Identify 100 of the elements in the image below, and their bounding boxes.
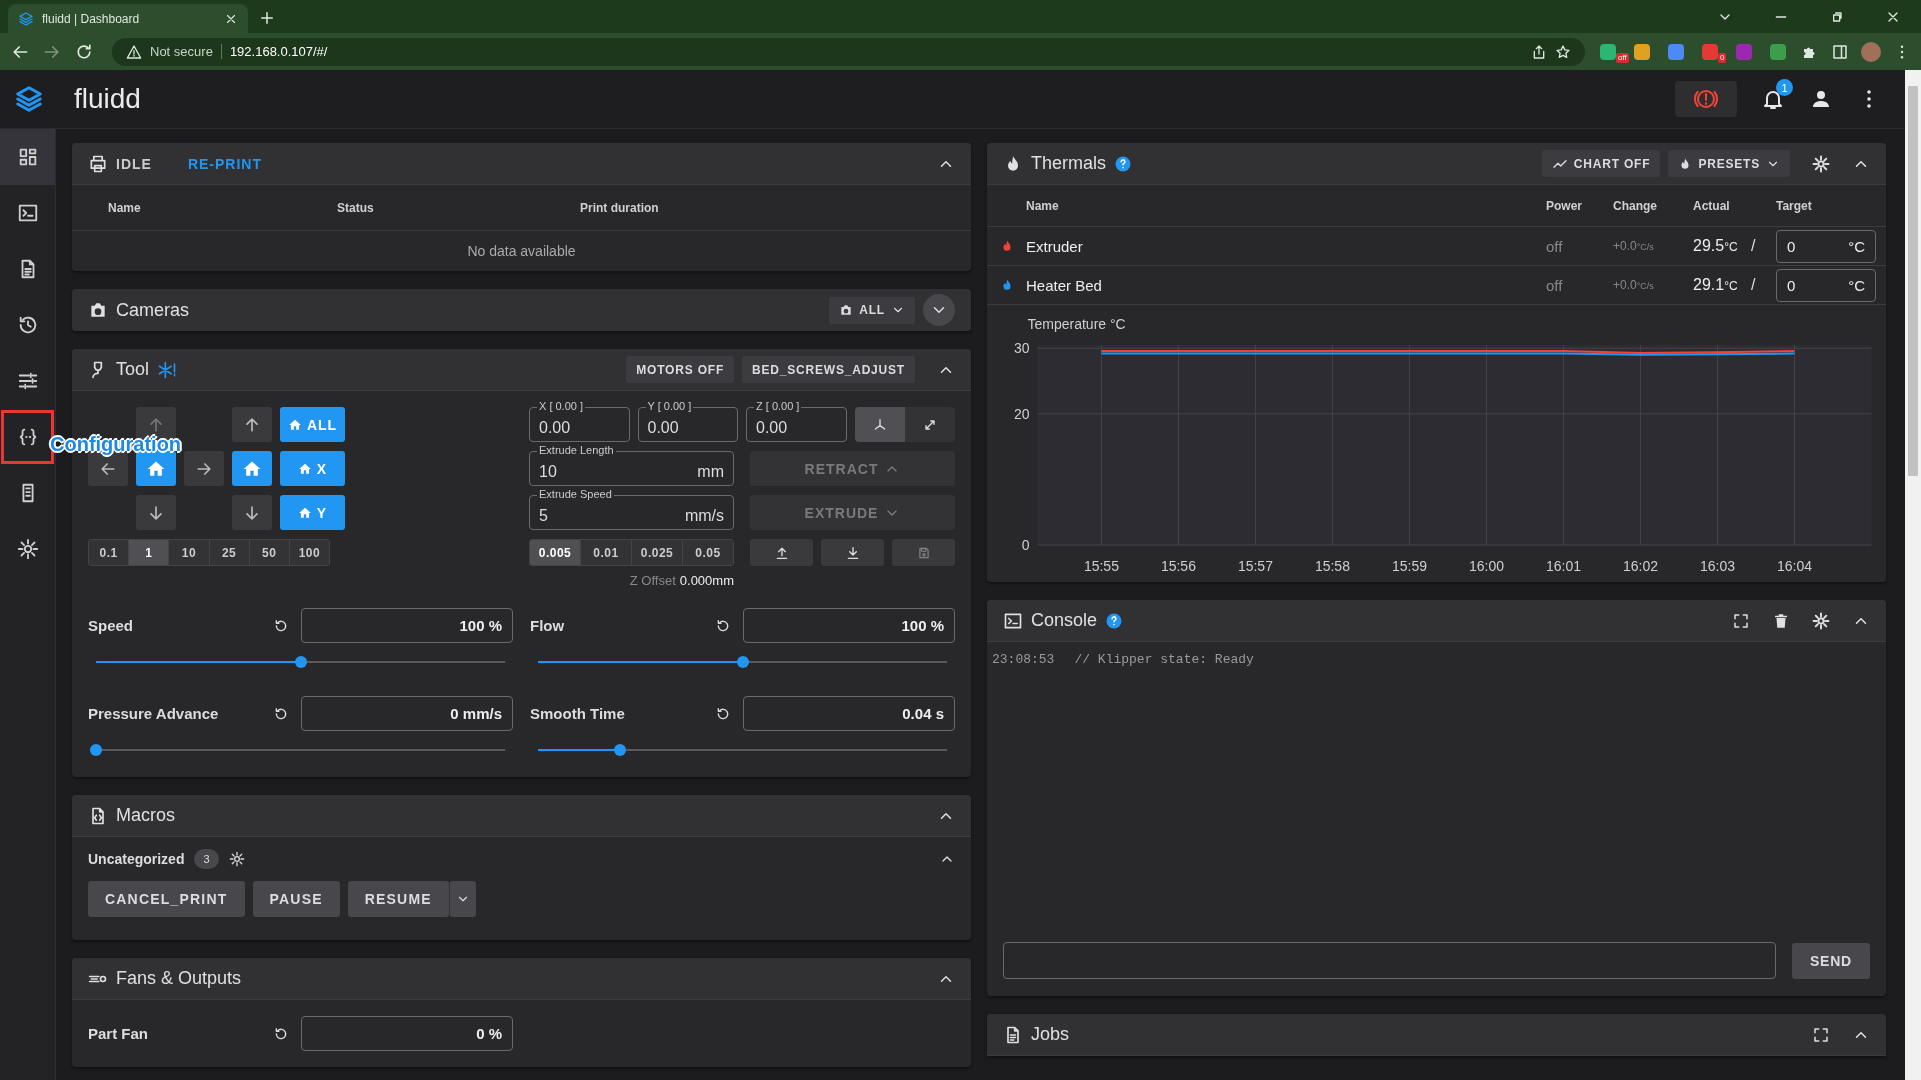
- column-header[interactable]: Name: [108, 200, 337, 215]
- card-title: Fans & Outputs: [116, 968, 242, 989]
- step-option[interactable]: 10: [169, 540, 210, 565]
- settings-icon: [16, 538, 39, 560]
- z-step-option[interactable]: 0.005: [530, 540, 581, 565]
- jog-right-button[interactable]: [184, 451, 224, 486]
- tick-label: 16:00: [1468, 558, 1504, 574]
- value-field[interactable]: 100 %: [301, 608, 513, 643]
- command-input[interactable]: [1003, 942, 1776, 979]
- printer-icon: [88, 153, 108, 174]
- home-icon: [287, 417, 302, 432]
- tool-button[interactable]: MOTORS OFF: [626, 356, 735, 383]
- slider-thumb[interactable]: [90, 744, 102, 756]
- heater-name[interactable]: Extruder: [1026, 237, 1546, 255]
- side-panel-icon[interactable]: [1831, 42, 1849, 61]
- column-header[interactable]: Print duration: [580, 200, 659, 215]
- heater-name[interactable]: Heater Bed: [1026, 276, 1546, 294]
- macro-button[interactable]: CANCEL_PRINT: [88, 881, 245, 917]
- value-field[interactable]: 0 mm/s: [301, 696, 513, 731]
- step-option[interactable]: 0.1: [89, 540, 130, 565]
- card-title: Cameras: [116, 299, 190, 321]
- separator: /: [1751, 237, 1757, 255]
- z-step-option[interactable]: 0.01: [581, 540, 632, 565]
- z-offset-value: 0.000mm: [679, 573, 734, 588]
- extension-icon[interactable]: [1600, 43, 1616, 60]
- reset-icon[interactable]: [715, 617, 731, 634]
- target-field[interactable]: 0 °C: [1776, 229, 1876, 263]
- value-field[interactable]: 100 %: [743, 608, 955, 643]
- tick-label: 16:03: [1699, 558, 1735, 574]
- camera-filter-button[interactable]: ALL: [829, 296, 915, 324]
- mode-toggle[interactable]: [904, 407, 955, 442]
- reset-icon[interactable]: [715, 705, 731, 722]
- tick-label: 30: [1013, 340, 1030, 357]
- slider-thumb[interactable]: [613, 744, 626, 756]
- empty-message: No data available: [466, 242, 577, 261]
- tool-button[interactable]: BED_SCREWS_ADJUST: [742, 356, 915, 383]
- slider-thumb[interactable]: [736, 656, 749, 668]
- slider-label: Speed: [88, 617, 134, 634]
- logo-icon[interactable]: [14, 84, 44, 114]
- step-option[interactable]: 50: [249, 540, 290, 565]
- send-button[interactable]: SEND: [1791, 942, 1870, 979]
- macro-button[interactable]: PAUSE: [252, 881, 340, 917]
- value-field[interactable]: 0.04 s: [743, 696, 955, 731]
- extension-icon[interactable]: [1770, 43, 1786, 60]
- target-field[interactable]: 0 °C: [1776, 268, 1876, 302]
- fullscreen-icon[interactable]: [1732, 611, 1750, 630]
- z-up-button[interactable]: [750, 539, 813, 566]
- fan-label: Part Fan: [88, 1025, 149, 1042]
- browser-tab[interactable]: fluidd | Dashboard: [8, 4, 248, 33]
- settings-icon[interactable]: [1812, 611, 1830, 630]
- tick-label: 15:58: [1314, 558, 1350, 574]
- extension-icon[interactable]: [1668, 43, 1684, 60]
- column-header[interactable]: Status: [337, 200, 580, 215]
- jog-down-button[interactable]: [136, 495, 176, 530]
- share-icon[interactable]: [1531, 43, 1547, 60]
- fullscreen-icon[interactable]: [1812, 1025, 1830, 1044]
- snowflake-warning-icon: [157, 359, 178, 380]
- scrollbar-thumb[interactable]: [1908, 86, 1918, 476]
- tick-label: 15:55: [1083, 558, 1119, 574]
- presets-button[interactable]: PRESETS: [1668, 150, 1790, 177]
- mode-toggle[interactable]: [854, 407, 905, 442]
- extension-badge: 0: [1718, 52, 1727, 63]
- z-down-button[interactable]: [821, 539, 884, 566]
- address-bar[interactable]: Not secure 192.168.0.107/#/: [112, 37, 1585, 66]
- chart-toggle-button[interactable]: CHART OFF: [1541, 150, 1661, 177]
- sliders-icon: [16, 370, 39, 392]
- jog-z-up-button[interactable]: [232, 407, 272, 442]
- card-title: Console: [1031, 610, 1098, 631]
- jog-z-down-button[interactable]: [232, 495, 272, 530]
- settings-icon[interactable]: [1812, 154, 1830, 173]
- column-header: Target: [1776, 198, 1813, 213]
- reset-icon[interactable]: [273, 617, 289, 634]
- trash-icon[interactable]: [1772, 611, 1790, 630]
- slider-thumb[interactable]: [294, 656, 307, 668]
- help-icon[interactable]: [1105, 611, 1124, 630]
- tab-title: fluidd | Dashboard: [42, 11, 141, 26]
- home-z-button[interactable]: [232, 451, 272, 486]
- z-step-option[interactable]: 0.05: [683, 540, 733, 565]
- value-field[interactable]: 0 %: [301, 1016, 513, 1051]
- reprint-button[interactable]: RE-PRINT: [181, 151, 268, 176]
- step-option[interactable]: 100: [289, 540, 329, 565]
- reset-icon[interactable]: [273, 1025, 289, 1042]
- step-option[interactable]: 1: [129, 540, 170, 565]
- extension-icon[interactable]: [1634, 43, 1650, 60]
- reset-icon[interactable]: [273, 705, 289, 722]
- power-value: off: [1546, 276, 1564, 294]
- alert-icon: [1694, 87, 1718, 111]
- macro-button[interactable]: RESUME: [347, 881, 449, 917]
- new-tab-icon[interactable]: [258, 9, 276, 27]
- step-option[interactable]: 25: [209, 540, 250, 565]
- expand-button[interactable]: [923, 294, 955, 326]
- tick-label: 15:56: [1160, 558, 1196, 574]
- emergency-stop-button[interactable]: [1675, 81, 1737, 117]
- star-icon[interactable]: [1555, 43, 1571, 60]
- help-icon[interactable]: [1114, 154, 1132, 173]
- z-step-option[interactable]: 0.025: [632, 540, 683, 565]
- settings-icon[interactable]: [228, 851, 245, 867]
- sidebar-item[interactable]: [0, 129, 55, 185]
- tick-label: 20: [1013, 405, 1030, 422]
- scrollbar[interactable]: [1905, 70, 1921, 1080]
